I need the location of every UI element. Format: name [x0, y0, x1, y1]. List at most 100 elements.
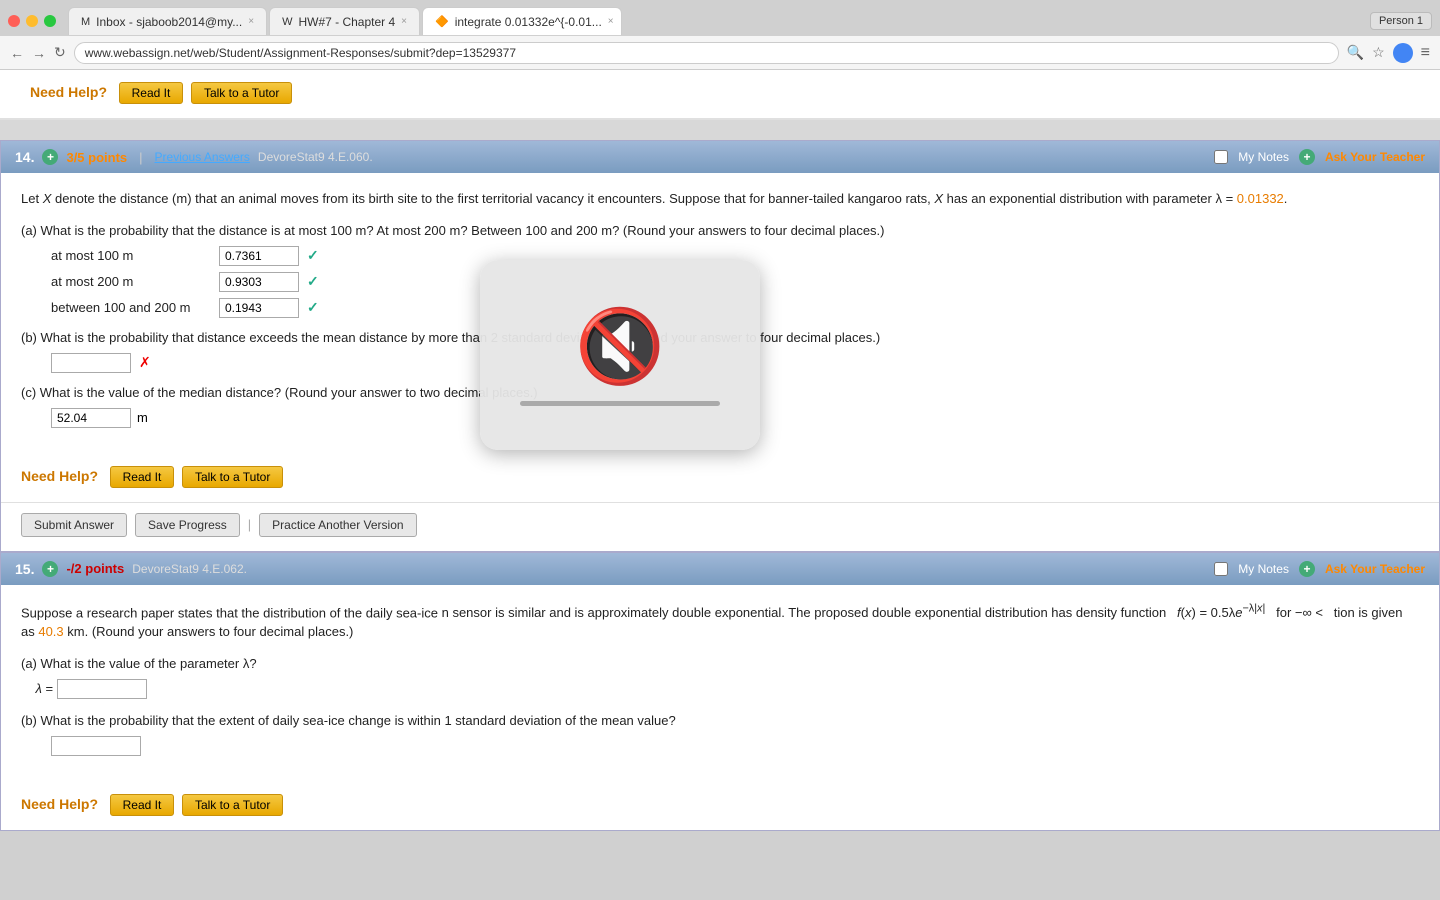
q14-label-200m: at most 200 m — [51, 274, 211, 289]
q15-lambda-label: λ = — [21, 681, 53, 696]
top-need-help-section: Need Help? Read It Talk to a Tutor — [0, 70, 1440, 120]
q14-source: DevoreStat9 4.E.060. — [258, 150, 373, 164]
tab-label-hw7: HW#7 - Chapter 4 — [298, 15, 395, 29]
top-need-help-label: Need Help? — [30, 84, 107, 100]
tab-integrate[interactable]: 🔶 integrate 0.01332e^{-0.01... × — [422, 7, 622, 35]
q15-lambda-input[interactable] — [57, 679, 147, 699]
traffic-light-yellow[interactable] — [26, 15, 38, 27]
traffic-light-red[interactable] — [8, 15, 20, 27]
tab-favicon-hw7: W — [282, 16, 292, 28]
refresh-button[interactable]: ↻ — [54, 44, 66, 61]
url-box[interactable]: www.webassign.net/web/Student/Assignment… — [74, 42, 1339, 64]
q14-input-partb[interactable] — [51, 353, 131, 373]
q15-part-b: (b) What is the probability that the ext… — [21, 713, 1419, 756]
q15-header-right: My Notes + Ask Your Teacher — [1214, 561, 1425, 577]
q15-read-it-button[interactable]: Read It — [110, 794, 175, 816]
q15-plus-icon[interactable]: + — [42, 561, 58, 577]
q14-bottom-help: Need Help? Read It Talk to a Tutor — [1, 456, 1439, 502]
tab-close-integrate[interactable]: × — [608, 16, 614, 27]
q15-ask-teacher-label[interactable]: Ask Your Teacher — [1325, 562, 1425, 576]
q15-notes-checkbox[interactable] — [1214, 562, 1228, 576]
q15-body-text: Suppose a research paper states that the… — [21, 601, 1419, 642]
mute-volume-bar — [520, 401, 720, 406]
q14-my-notes-label: My Notes — [1238, 150, 1289, 164]
q15-orange-val: 40.3 — [38, 624, 63, 639]
q15-need-help-label: Need Help? — [21, 796, 98, 812]
tab-close-hw7[interactable]: × — [401, 16, 407, 27]
q14-ask-plus-icon[interactable]: + — [1299, 149, 1315, 165]
back-button[interactable]: ← — [10, 45, 24, 61]
q15-part-a-text: (a) What is the value of the parameter λ… — [21, 656, 1419, 671]
q14-label-100m: at most 100 m — [51, 248, 211, 263]
q15-input-partb[interactable] — [51, 736, 141, 756]
q14-unit-m: m — [137, 410, 148, 425]
q15-text-part1: Suppose a research paper states that the… — [21, 605, 438, 620]
q14-header-left: 14. + 3/5 points | Previous Answers Devo… — [15, 149, 373, 165]
question-14-header: 14. + 3/5 points | Previous Answers Devo… — [1, 141, 1439, 173]
q15-ask-plus-icon[interactable]: + — [1299, 561, 1315, 577]
q15-bottom-help: Need Help? Read It Talk to a Tutor — [1, 784, 1439, 830]
q15-part-a: (a) What is the value of the parameter λ… — [21, 656, 1419, 699]
q14-number: 14. — [15, 149, 34, 165]
q14-label-between: between 100 and 200 m — [51, 300, 211, 315]
tab-favicon-inbox: M — [81, 16, 90, 28]
q14-input-200m[interactable] — [219, 272, 299, 292]
tab-label-integrate: integrate 0.01332e^{-0.01... — [455, 15, 602, 29]
q14-save-button[interactable]: Save Progress — [135, 513, 240, 537]
traffic-light-green[interactable] — [44, 15, 56, 27]
q15-text-part3: km. (Round your answers to four decimal … — [64, 624, 354, 639]
q14-header-right: My Notes + Ask Your Teacher — [1214, 149, 1425, 165]
top-read-it-button[interactable]: Read It — [119, 82, 184, 104]
q15-number: 15. — [15, 561, 34, 577]
q15-part-b-text: (b) What is the probability that the ext… — [21, 713, 1419, 728]
q14-submit-button[interactable]: Submit Answer — [21, 513, 127, 537]
q15-points: -/2 points — [66, 561, 124, 576]
q15-my-notes-label: My Notes — [1238, 562, 1289, 576]
q14-practice-button[interactable]: Practice Another Version — [259, 513, 416, 537]
google-icon — [1393, 43, 1413, 63]
question-15-section: 15. + -/2 points DevoreStat9 4.E.062. My… — [0, 552, 1440, 831]
section-gap-1 — [0, 120, 1440, 140]
person-button[interactable]: Person 1 — [1370, 12, 1432, 30]
top-talk-tutor-button[interactable]: Talk to a Tutor — [191, 82, 292, 104]
q14-cross-partb: ✗ — [139, 354, 151, 371]
q14-body-part2: . — [1284, 191, 1288, 206]
q14-check-200m: ✓ — [307, 273, 319, 290]
q14-input-between[interactable] — [219, 298, 299, 318]
q14-need-help-label: Need Help? — [21, 468, 98, 484]
q14-prev-answers[interactable]: Previous Answers — [155, 150, 250, 164]
q14-talk-tutor-button[interactable]: Talk to a Tutor — [182, 466, 283, 488]
menu-icon[interactable]: ≡ — [1421, 44, 1430, 62]
search-icon: 🔍 — [1347, 44, 1364, 61]
q14-ask-teacher-label[interactable]: Ask Your Teacher — [1325, 150, 1425, 164]
mute-icon: 🔇 — [575, 304, 665, 389]
q14-plus-icon[interactable]: + — [42, 149, 58, 165]
q15-lambda-row: λ = — [21, 679, 1419, 699]
tab-close-inbox[interactable]: × — [248, 16, 254, 27]
q14-notes-checkbox[interactable] — [1214, 150, 1228, 164]
q14-lambda-val: 0.01332 — [1237, 191, 1284, 206]
q14-body-text: Let X denote the distance (m) that an an… — [21, 189, 1419, 209]
address-bar: ← → ↻ www.webassign.net/web/Student/Assi… — [0, 36, 1440, 70]
q14-part-a-text: (a) What is the probability that the dis… — [21, 223, 1419, 238]
q14-read-it-button[interactable]: Read It — [110, 466, 175, 488]
q15-talk-tutor-button[interactable]: Talk to a Tutor — [182, 794, 283, 816]
q14-input-partc[interactable] — [51, 408, 131, 428]
forward-button[interactable]: → — [32, 45, 46, 61]
tab-label-inbox: Inbox - sjaboob2014@my... — [96, 15, 242, 29]
bookmark-icon: ☆ — [1372, 44, 1385, 61]
q15-body: Suppose a research paper states that the… — [1, 585, 1439, 784]
question-15-header: 15. + -/2 points DevoreStat9 4.E.062. My… — [1, 553, 1439, 585]
q14-pipe: | — [139, 150, 142, 165]
q14-input-100m[interactable] — [219, 246, 299, 266]
tab-inbox[interactable]: M Inbox - sjaboob2014@my... × — [68, 7, 267, 35]
mute-overlay: 🔇 — [480, 260, 760, 450]
q15-source: DevoreStat9 4.E.062. — [132, 562, 247, 576]
url-text: www.webassign.net/web/Student/Assignment… — [85, 46, 516, 60]
q15-header-left: 15. + -/2 points DevoreStat9 4.E.062. — [15, 561, 247, 577]
tab-hw7[interactable]: W HW#7 - Chapter 4 × — [269, 7, 420, 35]
q14-check-100m: ✓ — [307, 247, 319, 264]
tab-favicon-integrate: 🔶 — [435, 15, 449, 28]
q14-body-part1: Let X denote the distance (m) that an an… — [21, 191, 1237, 206]
q14-check-between: ✓ — [307, 299, 319, 316]
